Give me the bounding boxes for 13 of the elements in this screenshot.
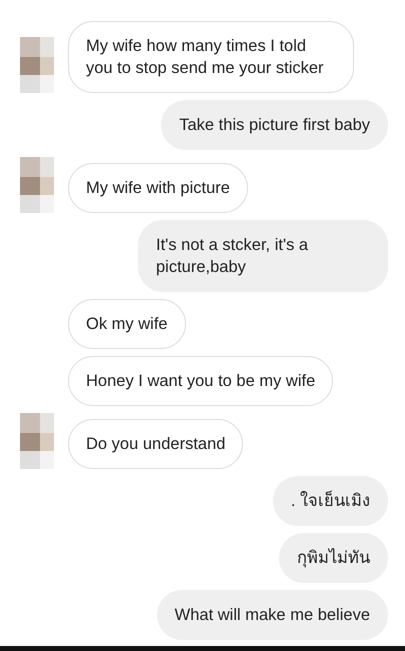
sent-message: It's not a stcker, it's a picture,baby xyxy=(138,220,388,292)
avatar-icon xyxy=(20,37,54,93)
sent-message: What will make me believe xyxy=(156,590,388,640)
received-message: My wife with picture xyxy=(68,163,248,213)
avatar-icon xyxy=(20,413,54,469)
sent-message: Take this picture first baby xyxy=(161,100,388,150)
sent-message: กุพิมไม่ทัน xyxy=(279,533,388,583)
avatar-icon xyxy=(20,157,54,213)
received-message: Honey I want you to be my wife xyxy=(68,356,334,406)
received-message: Ok my wife xyxy=(68,299,186,349)
sent-message: . ใจเย็นเมิง xyxy=(272,476,388,526)
received-message: Do you understand xyxy=(68,419,244,469)
received-message: My wife how many times I told you to stop send me your sticker xyxy=(68,21,354,93)
